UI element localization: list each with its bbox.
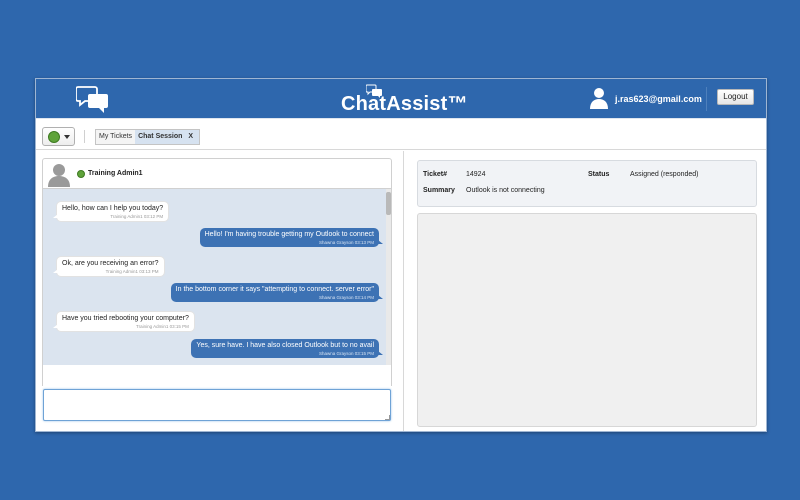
message-text: In the bottom corner it says "attempting…	[175, 286, 374, 293]
message-text: Yes, sure have. I have also closed Outlo…	[196, 342, 374, 349]
user-email: j.ras623@gmail.com	[615, 94, 702, 104]
toolbar: My Tickets Chat Session X	[36, 120, 766, 150]
app-window: ChatAssist™ j.ras623@gmail.com Logout My…	[35, 78, 767, 432]
tab-chat-session[interactable]: Chat Session X	[135, 130, 200, 144]
message-meta: Shawna Grayson 03:13 PM	[318, 240, 374, 245]
message-input[interactable]	[43, 389, 391, 421]
close-tab-icon[interactable]: X	[182, 133, 196, 140]
chat-bubbles-icon	[76, 86, 108, 113]
message-meta: Training Admin1 03:13 PM	[105, 269, 159, 274]
ticket-number-value: 14924	[466, 171, 486, 178]
ticket-panel: Ticket# 14924 Status Assigned (responded…	[417, 160, 757, 427]
ticket-detail-area	[417, 213, 757, 427]
summary-label: Summary	[423, 187, 455, 194]
message-text: Ok, are you receiving an error?	[62, 260, 159, 267]
chat-input-spacer	[42, 365, 392, 386]
header-divider	[706, 87, 707, 111]
message-meta: Shawna Grayson 03:14 PM	[318, 295, 374, 300]
message-meta: Training Admin1 03:12 PM	[110, 214, 164, 219]
summary-value: Outlook is not connecting	[466, 187, 545, 194]
chat-messages[interactable]: Hello, how can I help you today? Trainin…	[42, 189, 392, 365]
caret-down-icon	[64, 135, 70, 139]
avatar-icon	[47, 162, 71, 187]
status-dropdown[interactable]	[42, 127, 75, 146]
message-incoming: Hello, how can I help you today? Trainin…	[52, 201, 170, 222]
message-incoming: Ok, are you receiving an error? Training…	[53, 256, 165, 277]
message-incoming: Have you tried rebooting your computer? …	[53, 311, 195, 332]
scrollbar-thumb[interactable]	[386, 192, 391, 215]
message-outgoing: Hello! I'm having trouble getting my Out…	[199, 228, 384, 247]
message-meta: Training Admin1 03:15 PM	[135, 324, 189, 329]
chat-header: Training Admin1	[42, 158, 392, 189]
tab-bar: My Tickets Chat Session X	[95, 129, 201, 145]
ticket-summary-box: Ticket# 14924 Status Assigned (responded…	[417, 160, 757, 207]
brand-logo: ChatAssist™	[341, 84, 471, 116]
panel-divider	[403, 151, 404, 431]
tab-label: Chat Session	[138, 133, 183, 140]
message-meta: Shawna Grayson 03:15 PM	[318, 351, 374, 356]
contact-name: Training Admin1	[88, 170, 143, 177]
tab-my-tickets[interactable]: My Tickets	[96, 130, 135, 144]
status-label: Status	[588, 171, 610, 178]
app-name: ChatAssist™	[341, 93, 468, 115]
message-outgoing: In the bottom corner it says "attempting…	[170, 283, 384, 302]
resize-grip-icon[interactable]	[385, 415, 390, 420]
user-icon	[590, 88, 608, 109]
toolbar-divider	[84, 130, 85, 143]
message-text: Have you tried rebooting your computer?	[62, 315, 189, 322]
app-header: ChatAssist™ j.ras623@gmail.com Logout	[36, 79, 766, 119]
message-outgoing: Yes, sure have. I have also closed Outlo…	[191, 339, 383, 358]
ticket-number-label: Ticket#	[423, 171, 447, 178]
logout-button[interactable]: Logout	[717, 89, 754, 105]
online-status-icon	[77, 170, 85, 178]
message-text: Hello, how can I help you today?	[62, 205, 164, 212]
chat-panel: Training Admin1 Hello, how can I help yo…	[42, 158, 392, 426]
chat-scrollbar[interactable]	[386, 189, 391, 365]
status-value: Assigned (responded)	[630, 171, 699, 178]
message-text: Hello! I'm having trouble getting my Out…	[204, 231, 374, 238]
online-status-icon	[48, 131, 60, 143]
